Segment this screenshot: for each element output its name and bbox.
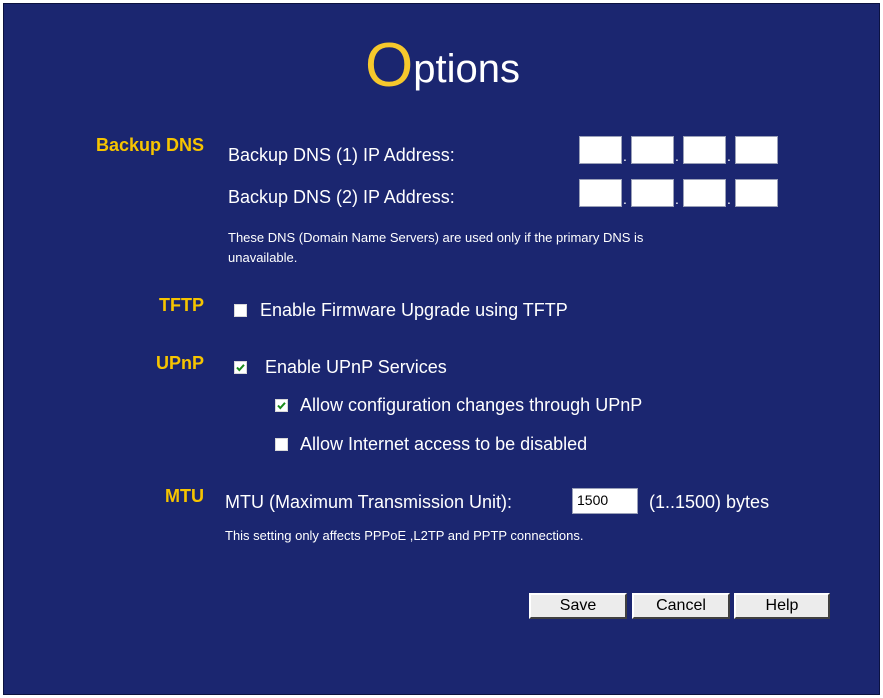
upnp-enable-checkbox[interactable] [234,361,247,374]
upnp-allow-config-label: Allow configuration changes through UPnP [300,395,643,415]
tftp-enable-checkbox[interactable] [234,304,247,317]
upnp-enable-label: Enable UPnP Services [265,357,447,377]
backup-dns1-octet-3[interactable] [683,136,726,164]
mtu-field-label: MTU (Maximum Transmission Unit): [225,492,513,512]
options-panel: Options Backup DNS Backup DNS (1) IP Add… [3,3,880,695]
tftp-enable-label: Enable Firmware Upgrade using TFTP [260,300,568,320]
backup-dns-note: These DNS (Domain Name Servers) are used… [228,228,643,268]
backup-dns2-octet-4[interactable] [735,179,778,207]
backup-dns2-octet-3[interactable] [683,179,726,207]
upnp-allow-disable-label: Allow Internet access to be disabled [300,434,588,454]
backup-dns-note-line2: unavailable. [228,250,298,265]
mtu-input[interactable]: 1500 [572,488,638,514]
mtu-note: This setting only affects PPPoE ,L2TP an… [225,528,584,543]
backup-dns2-octet-2[interactable] [631,179,674,207]
backup-dns1-octet-2[interactable] [631,136,674,164]
upnp-allow-config-checkbox[interactable] [275,399,288,412]
checkmark-icon [236,364,245,372]
upnp-section-label: UPnP [155,353,204,373]
backup-dns2-label: Backup DNS (2) IP Address: [228,187,455,207]
page-title-rest: ptions [413,47,520,91]
backup-dns1-octet-1[interactable] [579,136,622,164]
backup-dns1-label: Backup DNS (1) IP Address: [228,145,455,165]
page-title-initial: O [365,31,414,100]
backup-dns-note-line1: These DNS (Domain Name Servers) are used… [228,230,644,245]
tftp-section-label: TFTP [159,295,204,315]
page-title: Options [4,35,881,99]
save-button[interactable]: Save [529,593,627,619]
help-button[interactable]: Help [734,593,830,619]
checkmark-icon [277,402,286,410]
backup-dns2-octet-1[interactable] [579,179,622,207]
backup-dns1-octet-4[interactable] [735,136,778,164]
mtu-section-label: MTU [165,486,204,506]
cancel-button[interactable]: Cancel [632,593,730,619]
backup-dns-section-label: Backup DNS [95,135,204,155]
upnp-allow-disable-checkbox[interactable] [275,438,288,451]
mtu-range-label: (1..1500) bytes [649,492,770,512]
